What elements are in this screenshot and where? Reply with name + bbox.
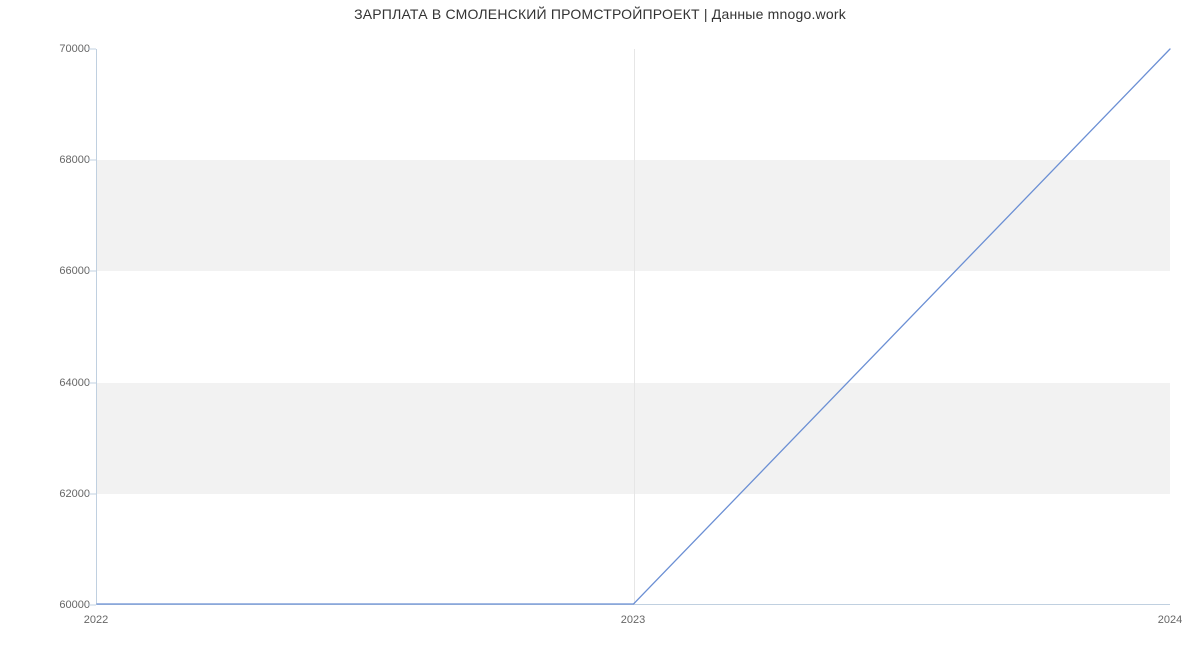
- x-tick-label: 2022: [84, 614, 108, 626]
- x-tick-label: 2023: [621, 614, 645, 626]
- y-tick-mark: [88, 160, 96, 161]
- y-tick-label: 62000: [10, 488, 90, 500]
- y-tick-mark: [88, 382, 96, 383]
- y-tick-label: 66000: [10, 265, 90, 277]
- y-tick-mark: [88, 605, 96, 606]
- y-tick-mark: [88, 493, 96, 494]
- y-tick-mark: [88, 49, 96, 50]
- x-tick-label: 2024: [1158, 614, 1182, 626]
- y-tick-label: 68000: [10, 154, 90, 166]
- y-tick-label: 64000: [10, 377, 90, 389]
- y-tick-label: 70000: [10, 43, 90, 55]
- line-series: [97, 49, 1170, 604]
- plot-area: [96, 49, 1170, 605]
- chart-title: ЗАРПЛАТА В СМОЛЕНСКИЙ ПРОМСТРОЙПРОЕКТ | …: [0, 6, 1200, 22]
- y-tick-mark: [88, 271, 96, 272]
- y-tick-label: 60000: [10, 599, 90, 611]
- chart-container: ЗАРПЛАТА В СМОЛЕНСКИЙ ПРОМСТРОЙПРОЕКТ | …: [0, 0, 1200, 650]
